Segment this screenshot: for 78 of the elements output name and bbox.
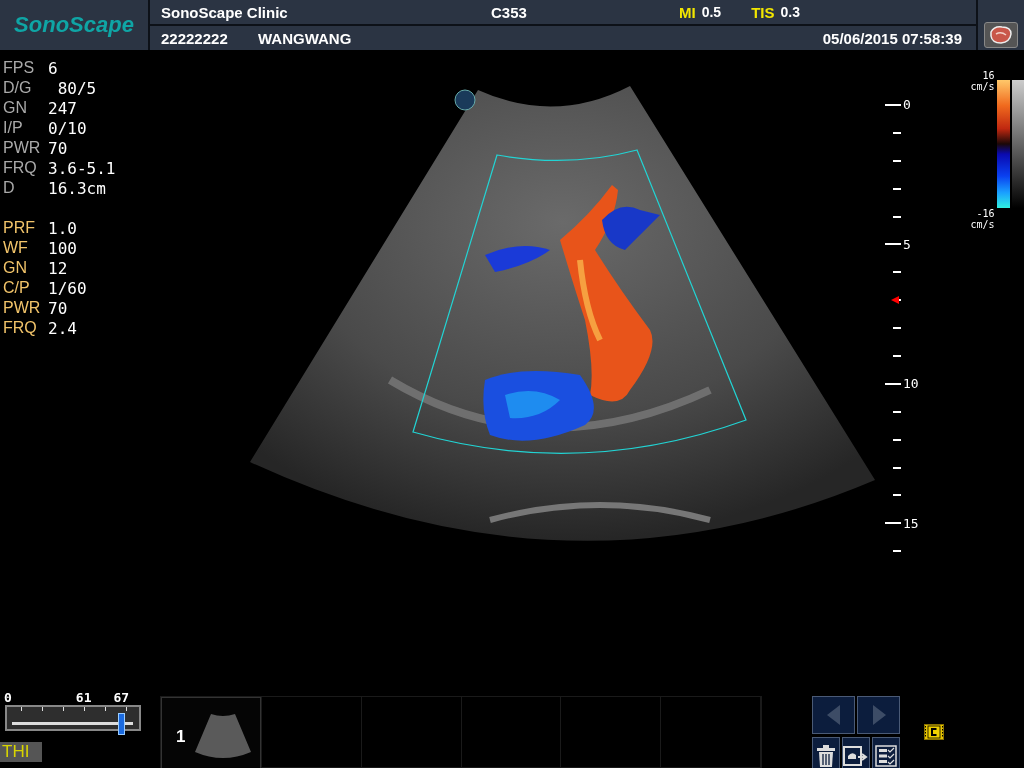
depth-tick <box>893 438 901 441</box>
velocity-min: -16 <box>976 208 995 219</box>
parameter-value: 2.4 <box>48 318 77 338</box>
parameter-value: 6 <box>48 58 58 78</box>
parameter-value: 1.0 <box>48 218 77 238</box>
depth-tick <box>885 382 901 385</box>
depth-tick <box>893 271 901 274</box>
parameter-label: I/P <box>3 119 24 137</box>
parameter-value: 80/5 <box>56 78 97 98</box>
mode-label: THI <box>0 742 42 762</box>
date-time: 05/06/2015 07:58:39 <box>822 29 962 47</box>
clinic-name: SonoScape Clinic <box>161 3 289 21</box>
parameter-value: 0/10 <box>48 118 87 138</box>
velocity-max: 16 <box>982 70 995 81</box>
depth-tick <box>893 494 901 497</box>
parameter-label: FRQ <box>3 159 38 177</box>
report-button[interactable] <box>872 737 900 768</box>
parameter-value: 12 <box>48 258 68 278</box>
parameter-label: FPS <box>3 59 36 77</box>
delete-button[interactable] <box>812 737 840 768</box>
parameter-value: 16.3cm <box>48 178 106 198</box>
image-thumbnail[interactable]: 1 <box>161 697 261 768</box>
parameter-value: 70 <box>48 298 68 318</box>
export-button[interactable] <box>842 737 870 768</box>
parameter-label: C/P <box>3 279 31 297</box>
parameter-label: PWR <box>3 139 42 157</box>
index-value: 0.3 <box>780 3 800 21</box>
depth-tick <box>885 103 901 106</box>
depth-tick <box>893 159 901 162</box>
thumbnail-number: 1 <box>176 727 186 747</box>
parameter-label: FRQ <box>3 319 38 337</box>
depth-tick <box>893 215 901 218</box>
depth-tick <box>893 187 901 190</box>
depth-tick <box>885 243 901 246</box>
parameter-value: 70 <box>48 138 68 158</box>
preset-button[interactable] <box>984 22 1018 48</box>
slider-label: 61 <box>75 690 92 705</box>
parameter-label: GN <box>3 259 28 277</box>
parameter-value: 100 <box>48 238 77 258</box>
parameter-value: 3.6-5.1 <box>48 158 116 178</box>
parameter-label: PRF <box>3 219 36 237</box>
parameter-label: PWR <box>3 299 42 317</box>
right-arrow-icon <box>871 705 886 725</box>
index-value: 0.5 <box>701 3 722 21</box>
depth-label: 10 <box>903 376 919 392</box>
left-arrow-icon <box>826 705 841 725</box>
slider-thumb[interactable] <box>117 713 125 735</box>
logo: SonoScape <box>13 11 135 39</box>
index-label: MI <box>679 3 696 21</box>
parameter-label: GN <box>3 99 28 117</box>
parameter-label: D/G <box>3 79 33 97</box>
depth-tick <box>893 327 901 330</box>
depth-tick <box>893 550 901 553</box>
depth-label: 0 <box>903 97 911 113</box>
cine-icon[interactable] <box>924 724 944 740</box>
slider-label: 0 <box>4 690 12 705</box>
parameter-value: 247 <box>48 98 77 118</box>
depth-tick <box>893 354 901 357</box>
depth-tick <box>885 522 901 525</box>
checklist-icon <box>875 745 897 767</box>
probe-name: C353 <box>491 3 528 21</box>
trash-icon <box>817 745 835 767</box>
velocity-unit: cm/s <box>970 219 995 230</box>
slider-label: 67 <box>113 690 130 705</box>
depth-label: 5 <box>903 236 911 252</box>
velocity-unit: cm/s <box>970 81 995 92</box>
depth-tick <box>893 466 901 469</box>
focus-marker-icon <box>891 296 899 305</box>
parameter-label: WF <box>3 239 29 257</box>
patient-name: WANGWANG <box>258 29 353 47</box>
parameter-value: 1/60 <box>48 278 87 298</box>
patient-id: 22222222 <box>161 29 229 47</box>
depth-tick <box>893 131 901 134</box>
depth-tick <box>893 410 901 413</box>
depth-label: 15 <box>903 515 919 531</box>
index-label: TIS <box>751 3 775 21</box>
export-icon <box>843 746 869 766</box>
parameter-label: D <box>3 179 16 197</box>
